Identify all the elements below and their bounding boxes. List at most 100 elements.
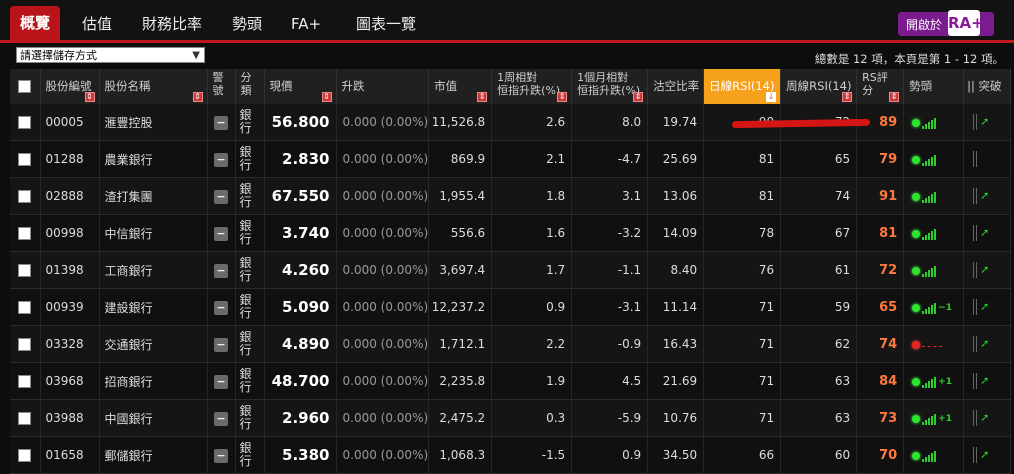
- header-mktcap[interactable]: 市值 ⇕: [428, 69, 493, 104]
- row-checkbox[interactable]: [18, 412, 32, 425]
- header-breakout[interactable]: || 突破: [963, 69, 1012, 104]
- stock-name[interactable]: 工商銀行: [99, 251, 208, 289]
- row-checkbox[interactable]: [18, 264, 32, 277]
- tab-valuation[interactable]: 估值: [72, 8, 122, 40]
- header-month-rel[interactable]: 1個月相對 恒指升跌(%) ⇕: [571, 69, 649, 104]
- sort-icon[interactable]: ⇕: [557, 92, 568, 102]
- sort-icon[interactable]: ⇕: [477, 92, 488, 102]
- table-row[interactable]: 03328 交通銀行 − 銀行 4.890 0.000 (0.00%) 1,712.1 2.2…: [10, 325, 1012, 363]
- table-row[interactable]: 03988 中國銀行 − 銀行 2.960 0.000 (0.00%) 2,475.2 0.3…: [10, 399, 1012, 437]
- sort-icon[interactable]: ⇕: [321, 92, 332, 102]
- stock-name[interactable]: 中信銀行: [99, 214, 208, 252]
- breakout-icon[interactable]: ➚: [972, 188, 989, 204]
- stock-name[interactable]: 建設銀行: [99, 288, 208, 326]
- warning-minus-icon[interactable]: −: [214, 115, 228, 130]
- row-checkbox[interactable]: [18, 301, 32, 314]
- stock-name[interactable]: 中國銀行: [99, 399, 208, 437]
- breakout-icon[interactable]: ➚: [972, 447, 989, 463]
- warning-minus-icon[interactable]: −: [214, 337, 228, 352]
- breakout-icon[interactable]: ➚: [972, 114, 989, 130]
- header-week-rel[interactable]: 1周相對 恒指升跌(%) ⇕: [491, 69, 573, 104]
- tab-financial-ratio[interactable]: 財務比率: [136, 8, 208, 40]
- stock-name[interactable]: 招商銀行: [99, 362, 208, 400]
- row-checkbox-cell[interactable]: [10, 177, 41, 215]
- row-checkbox-cell[interactable]: [10, 251, 41, 289]
- breakout-icon[interactable]: ➚: [972, 225, 989, 241]
- stock-code[interactable]: 00005: [40, 104, 100, 141]
- header-code[interactable]: 股份編號 ⇕: [40, 69, 100, 104]
- breakout-icon[interactable]: ➚: [972, 336, 989, 352]
- row-checkbox[interactable]: [18, 190, 32, 203]
- row-checkbox-cell[interactable]: [10, 362, 41, 400]
- sort-icon[interactable]: ⇕: [84, 92, 95, 102]
- row-checkbox[interactable]: [18, 153, 32, 166]
- warning-minus-icon[interactable]: −: [214, 374, 228, 389]
- breakout-icon[interactable]: ➚: [972, 299, 989, 315]
- breakout-icon[interactable]: ➚: [972, 373, 989, 389]
- header-price[interactable]: 現價 ⇕: [264, 69, 337, 104]
- warning-minus-icon[interactable]: −: [214, 226, 228, 241]
- row-checkbox[interactable]: [18, 227, 32, 240]
- row-checkbox[interactable]: [18, 449, 32, 462]
- table-row[interactable]: 00998 中信銀行 − 銀行 3.740 0.000 (0.00%) 556.6 1.6 -3…: [10, 214, 1012, 252]
- sort-icon[interactable]: ⇕: [889, 92, 900, 102]
- header-momentum[interactable]: 勢頭: [903, 69, 965, 104]
- row-checkbox-cell[interactable]: [10, 288, 41, 326]
- table-row[interactable]: 01398 工商銀行 − 銀行 4.260 0.000 (0.00%) 3,697.4 1.7…: [10, 251, 1012, 289]
- sort-method-select[interactable]: 請選擇儲存方式 ▼: [16, 47, 205, 63]
- stock-name[interactable]: 渣打集團: [99, 177, 208, 215]
- sort-desc-icon[interactable]: ↓: [766, 92, 777, 102]
- table-row[interactable]: 02888 渣打集團 − 銀行 67.550 0.000 (0.00%) 1,955.4 1.…: [10, 177, 1012, 215]
- table-row[interactable]: 01658 郵儲銀行 − 銀行 5.380 0.000 (0.00%) 1,068.3 -1.…: [10, 436, 1012, 474]
- row-checkbox-cell[interactable]: [10, 436, 41, 474]
- warning-minus-icon[interactable]: −: [214, 448, 228, 463]
- sort-icon[interactable]: ⇕: [842, 92, 853, 102]
- row-checkbox[interactable]: [18, 338, 32, 351]
- row-checkbox[interactable]: [18, 116, 32, 129]
- stock-name[interactable]: 交通銀行: [99, 325, 208, 363]
- tab-fa-plus[interactable]: FA+: [286, 8, 326, 40]
- sort-icon[interactable]: ⇕: [633, 92, 644, 102]
- header-weekly-rsi[interactable]: 周線RSI(14) ⇕: [780, 69, 858, 104]
- row-checkbox[interactable]: [18, 375, 32, 388]
- warning-minus-icon[interactable]: −: [214, 189, 228, 204]
- row-checkbox-cell[interactable]: [10, 214, 41, 252]
- table-row[interactable]: 01288 農業銀行 − 銀行 2.830 0.000 (0.00%) 869.9 2.1 -4…: [10, 140, 1012, 178]
- stock-code[interactable]: 03968: [40, 362, 100, 400]
- row-checkbox-cell[interactable]: [10, 325, 41, 363]
- breakout-icon[interactable]: ➚: [972, 262, 989, 278]
- stock-code[interactable]: 01398: [40, 251, 100, 289]
- stock-code[interactable]: 01658: [40, 436, 100, 474]
- header-warning[interactable]: 警號: [207, 69, 236, 104]
- breakout-icon[interactable]: ➚: [972, 410, 989, 426]
- stock-code[interactable]: 03328: [40, 325, 100, 363]
- sort-icon[interactable]: ⇕: [192, 92, 203, 102]
- tab-chart-overview[interactable]: 圖表一覽: [346, 8, 426, 40]
- stock-code[interactable]: 00939: [40, 288, 100, 326]
- stock-code[interactable]: 01288: [40, 140, 100, 178]
- warning-minus-icon[interactable]: −: [214, 300, 228, 315]
- header-change[interactable]: 升跌: [336, 69, 430, 104]
- tab-momentum[interactable]: 勢頭: [224, 8, 270, 40]
- stock-code[interactable]: 03988: [40, 399, 100, 437]
- select-all-checkbox[interactable]: [18, 80, 32, 93]
- header-short-ratio[interactable]: 沽空比率: [647, 69, 705, 104]
- stock-code[interactable]: 00998: [40, 214, 100, 252]
- open-in-ra-button[interactable]: 開啟於 RA+: [898, 10, 994, 36]
- header-select-all[interactable]: [10, 69, 41, 104]
- table-row[interactable]: 00939 建設銀行 − 銀行 5.090 0.000 (0.00%) 12,237.2 0.…: [10, 288, 1012, 326]
- stock-name[interactable]: 郵儲銀行: [99, 436, 208, 474]
- header-rs-score[interactable]: RS評分 ⇕: [856, 69, 905, 104]
- warning-minus-icon[interactable]: −: [214, 411, 228, 426]
- header-category[interactable]: 分類: [235, 69, 265, 104]
- stock-code[interactable]: 02888: [40, 177, 100, 215]
- header-name[interactable]: 股份名稱 ⇕: [99, 69, 208, 104]
- row-checkbox-cell[interactable]: [10, 399, 41, 437]
- row-checkbox-cell[interactable]: [10, 104, 41, 141]
- stock-name[interactable]: 滙豐控股: [99, 104, 208, 141]
- breakout-icon[interactable]: [972, 151, 988, 167]
- row-checkbox-cell[interactable]: [10, 140, 41, 178]
- table-row[interactable]: 03968 招商銀行 − 銀行 48.700 0.000 (0.00%) 2,235.8 1.…: [10, 362, 1012, 400]
- stock-name[interactable]: 農業銀行: [99, 140, 208, 178]
- warning-minus-icon[interactable]: −: [214, 263, 228, 278]
